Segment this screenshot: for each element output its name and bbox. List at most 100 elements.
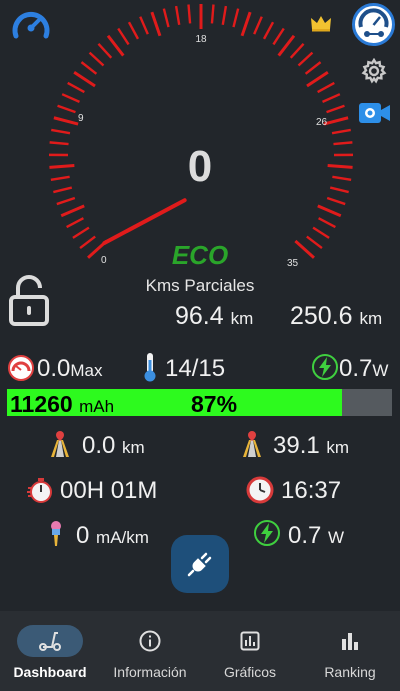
gauge-tick: [323, 116, 349, 126]
gauge-tick: [289, 42, 305, 59]
gauge-tick: [187, 4, 192, 24]
trip-distance-a-unit: km: [122, 438, 145, 457]
ride-mode[interactable]: ECO: [0, 240, 400, 271]
gauge-tick: [240, 11, 252, 37]
nav-item-ranking[interactable]: Ranking: [300, 611, 400, 691]
road-distance-icon: [48, 430, 72, 463]
thermometer-icon: [143, 352, 157, 387]
power-bolt-icon: [312, 354, 338, 385]
padlock-open-icon[interactable]: [8, 275, 50, 332]
clock-time: 16:37: [281, 477, 342, 504]
trip-distance-b: 39.1 km: [273, 432, 350, 459]
gauge-tick: [73, 71, 96, 88]
gauge-tick: [66, 217, 84, 229]
battery-capacity: 11260 mAh: [10, 391, 115, 416]
road-distance-icon: [240, 430, 264, 463]
video-camera-icon[interactable]: [358, 100, 391, 131]
nav-item-graficos[interactable]: Gráficos: [200, 611, 300, 691]
gauge-tick: [150, 11, 162, 37]
clock-icon: [246, 476, 274, 509]
gauge-tick: [210, 4, 215, 24]
crown-icon[interactable]: [310, 14, 332, 37]
max-speed-label: Max: [70, 361, 103, 380]
gauge-tick: [312, 226, 330, 239]
stopwatch-icon: [26, 476, 54, 509]
max-speed: 0.0Max: [37, 355, 103, 382]
gauge-tick: [56, 196, 76, 206]
gauge-needle: [102, 198, 187, 245]
nav-item-informacion[interactable]: Información: [100, 611, 200, 691]
gauge-tick: [127, 21, 140, 40]
consumption-icon: [48, 520, 64, 553]
gauge-tick: [61, 93, 80, 104]
gauge-tick-label: 26: [316, 117, 328, 128]
gauge-tick: [221, 5, 228, 25]
bottom-navigation: Dashboard Información Gráficos Ranking: [0, 611, 400, 691]
gauge-tick: [80, 61, 98, 75]
gauge-tick: [53, 116, 79, 126]
info-icon: [117, 625, 183, 657]
gauge-tick: [272, 27, 285, 46]
nav-label-dashboard: Dashboard: [13, 664, 87, 680]
gauge-tick: [262, 21, 275, 40]
trip-timer: 00H 01M: [60, 477, 158, 504]
gauge-tick: [326, 196, 346, 206]
nav-label-graficos: Gráficos: [223, 664, 277, 680]
gauge-tick: [306, 71, 329, 88]
gauge-tick: [253, 16, 263, 35]
ranking-icon: [317, 625, 383, 657]
gauge-tick: [304, 61, 322, 75]
gauge-tick-label: 9: [78, 113, 84, 124]
partial-distance-unit: km: [230, 309, 254, 328]
total-distance: 250.6 km: [290, 302, 383, 330]
gauge-tick: [317, 81, 335, 94]
scooter-icon: [17, 625, 83, 657]
gauge-tick: [162, 8, 170, 28]
gauge-tick: [174, 5, 181, 25]
max-speed-icon: [8, 355, 34, 386]
battery-capacity-unit: mAh: [79, 397, 115, 416]
gauge-tick: [67, 81, 85, 94]
gauge-tick: [317, 204, 342, 218]
trip-power-unit: W: [328, 528, 345, 547]
gear-icon[interactable]: [361, 57, 387, 89]
gauge-tick: [139, 16, 149, 35]
gauge-tick: [232, 8, 240, 28]
partial-distance-label: Kms Parciales: [145, 276, 255, 295]
nav-label-informacion: Información: [113, 664, 187, 680]
power: 0.7W: [339, 355, 389, 382]
gauge-tick: [60, 204, 85, 218]
trip-distance-b-unit: km: [326, 438, 350, 457]
trip-distance-a: 0.0 km: [82, 432, 145, 459]
consumption: 0 mA/km: [76, 522, 149, 549]
gauge-tick: [318, 217, 336, 229]
current-speed: 0: [187, 142, 213, 191]
partial-distance: 96.4 km: [175, 302, 254, 330]
plug-connect-icon: [187, 552, 212, 577]
nav-label-ranking: Ranking: [324, 664, 376, 680]
gauge-tick: [331, 128, 351, 135]
battery-percent: 87%: [191, 391, 238, 416]
temperature: 14/15: [165, 355, 226, 382]
speedometer-icon[interactable]: [10, 6, 52, 47]
gauge-tick-label: 18: [195, 34, 207, 45]
gauge-tick: [72, 226, 90, 239]
connect-button[interactable]: [171, 535, 229, 593]
gauge-tick: [97, 42, 113, 59]
gauge-tick: [277, 34, 296, 57]
consumption-unit: mA/km: [96, 528, 149, 547]
gauge-tick: [297, 51, 314, 67]
power-bolt-icon: [254, 520, 280, 551]
bar-chart-icon: [217, 625, 283, 657]
gauge-tick: [51, 128, 71, 135]
gauge-tick: [322, 93, 341, 104]
battery-bar: 11260 mAh 87%: [7, 389, 392, 416]
gauge-tick: [88, 51, 105, 67]
gauge-tick: [326, 104, 345, 114]
total-distance-unit: km: [359, 309, 383, 328]
nav-item-dashboard[interactable]: Dashboard: [0, 611, 100, 691]
scooter-gauge-avatar-icon[interactable]: [352, 3, 395, 46]
gauge-tick: [117, 27, 130, 46]
trip-power: 0.7 W: [288, 522, 345, 549]
gauge-tick: [106, 34, 125, 57]
